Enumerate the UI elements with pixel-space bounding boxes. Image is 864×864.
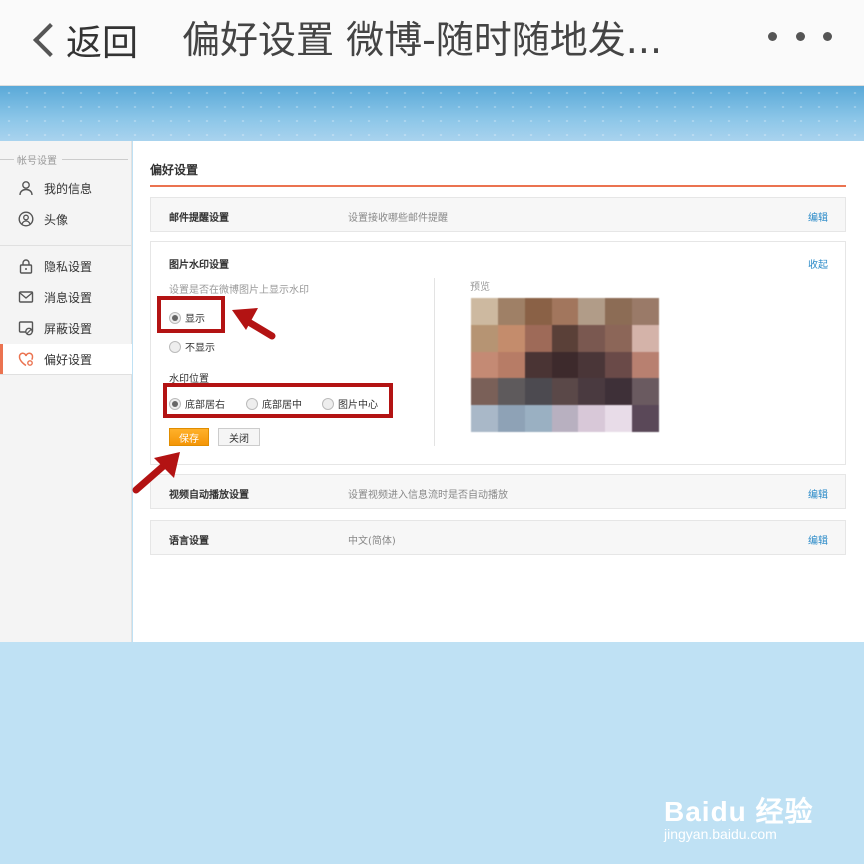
preview-pixel — [471, 405, 498, 432]
page-title: 偏好设置 微博-随时随地发... — [182, 18, 663, 62]
sidebar-item-my-info[interactable]: 我的信息 — [0, 173, 132, 203]
settings-sidebar: 帐号设置 我的信息 头像 隐私设置 消息设置 屏蔽设置 偏好设置 — [0, 141, 132, 642]
collapse-link[interactable]: 收起 — [808, 256, 828, 271]
radio-unchecked-icon — [169, 340, 181, 353]
more-options-icon[interactable] — [768, 28, 832, 44]
edit-video-link[interactable]: 编辑 — [808, 486, 828, 501]
row-description: 设置视频进入信息流时是否自动播放 — [348, 490, 508, 501]
sidebar-item-label: 消息设置 — [44, 290, 93, 305]
sidebar-item-label: 偏好设置 — [44, 352, 93, 367]
preview-label: 预览 — [470, 282, 490, 293]
preview-pixel — [632, 324, 659, 352]
user-icon — [17, 179, 35, 197]
block-icon — [17, 319, 35, 337]
save-button[interactable]: 保存 — [169, 428, 209, 446]
annotation-arrow-icon — [232, 308, 276, 340]
sidebar-item-label: 屏蔽设置 — [44, 321, 93, 336]
sidebar-item-label: 头像 — [44, 212, 69, 227]
lock-icon — [17, 257, 35, 275]
preview-pixel — [551, 351, 579, 379]
avatar-icon — [17, 210, 35, 228]
preview-pixel — [605, 405, 633, 432]
top-bar: 返回 偏好设置 微博-随时随地发... — [0, 0, 864, 86]
preview-pixel — [471, 324, 498, 352]
close-button[interactable]: 关闭 — [218, 428, 260, 446]
highlight-position-options — [163, 383, 393, 418]
preview-pixel — [471, 351, 498, 379]
preview-pixel — [578, 351, 606, 379]
preview-pixel — [551, 405, 579, 432]
preview-pixel — [632, 405, 659, 432]
sidebar-item-privacy[interactable]: 隐私设置 — [0, 251, 132, 281]
preview-pixel — [605, 324, 633, 352]
video-autoplay-row: 视频自动播放设置 设置视频进入信息流时是否自动播放 编辑 — [150, 474, 846, 509]
edit-email-link[interactable]: 编辑 — [808, 209, 828, 224]
preview-pixel — [632, 378, 659, 406]
highlight-show-option — [157, 296, 225, 333]
preview-pixel — [524, 298, 552, 325]
sidebar-divider — [0, 245, 132, 246]
preview-pixel — [605, 378, 633, 406]
baidu-jingyan-watermark: Baidu 经验 jingyan.baidu.com — [664, 770, 824, 850]
row-label: 邮件提醒设置 — [169, 213, 229, 224]
sidebar-item-preferences[interactable]: 偏好设置 — [0, 344, 132, 374]
preview-pixel — [578, 405, 606, 432]
back-label: 返回 — [66, 23, 139, 64]
preview-pixel — [524, 351, 552, 379]
title-underline — [150, 185, 846, 187]
sidebar-item-messages[interactable]: 消息设置 — [0, 282, 132, 312]
sidebar-item-label: 隐私设置 — [44, 259, 93, 274]
annotation-arrow-icon — [132, 452, 180, 494]
sidebar-item-block[interactable]: 屏蔽设置 — [0, 313, 132, 343]
preview-pixel — [497, 378, 525, 406]
radio-label: 不显示 — [185, 343, 215, 354]
email-reminder-row: 邮件提醒设置 设置接收哪些邮件提醒 编辑 — [150, 197, 846, 232]
back-button[interactable]: 返回 — [26, 8, 138, 72]
preview-pixel — [524, 405, 552, 432]
row-description: 设置接收哪些邮件提醒 — [348, 213, 448, 224]
mail-icon — [17, 288, 35, 306]
preview-pixel — [551, 298, 579, 325]
preview-pixel — [632, 351, 659, 379]
section-title: 偏好设置 — [150, 163, 199, 177]
heart-gear-icon — [17, 350, 35, 368]
sidebar-item-avatar[interactable]: 头像 — [0, 204, 132, 234]
preview-pixel — [551, 324, 579, 352]
row-label: 语言设置 — [169, 536, 209, 547]
preview-pixel — [524, 324, 552, 352]
sidebar-group-label: 帐号设置 — [0, 151, 132, 167]
panel-divider — [434, 278, 435, 446]
sidebar-divider — [0, 374, 132, 375]
row-description: 中文(简体) — [348, 536, 396, 547]
language-row: 语言设置 中文(简体) 编辑 — [150, 520, 846, 555]
preview-pixel — [578, 324, 606, 352]
preview-pixel — [551, 378, 579, 406]
preview-pixel — [578, 298, 606, 325]
preview-pixel — [497, 298, 525, 325]
preview-pixel — [605, 351, 633, 379]
preview-pixel — [632, 298, 659, 325]
preview-pixel — [578, 378, 606, 406]
preview-pixel — [497, 405, 525, 432]
preview-pixel — [471, 378, 498, 406]
panel-description: 设置是否在微博图片上显示水印 — [169, 285, 309, 296]
preview-image — [471, 298, 659, 432]
sidebar-item-label: 我的信息 — [44, 181, 93, 196]
panel-title: 图片水印设置 — [169, 260, 229, 271]
preview-pixel — [497, 351, 525, 379]
edit-language-link[interactable]: 编辑 — [808, 532, 828, 547]
preview-pixel — [471, 298, 498, 325]
chevron-left-icon — [33, 23, 67, 57]
preview-pixel — [524, 378, 552, 406]
preview-pixel — [605, 298, 633, 325]
preview-pixel — [497, 324, 525, 352]
watermark-url-text: jingyan.baidu.com — [664, 826, 777, 842]
watermark-panel: 图片水印设置 收起 设置是否在微博图片上显示水印 显示 不显示 水印位置 底部居… — [150, 241, 846, 465]
hide-watermark-radio[interactable]: 不显示 — [169, 339, 215, 354]
watermark-logo-text: Baidu 经验 — [664, 796, 814, 827]
header-banner — [0, 86, 864, 141]
